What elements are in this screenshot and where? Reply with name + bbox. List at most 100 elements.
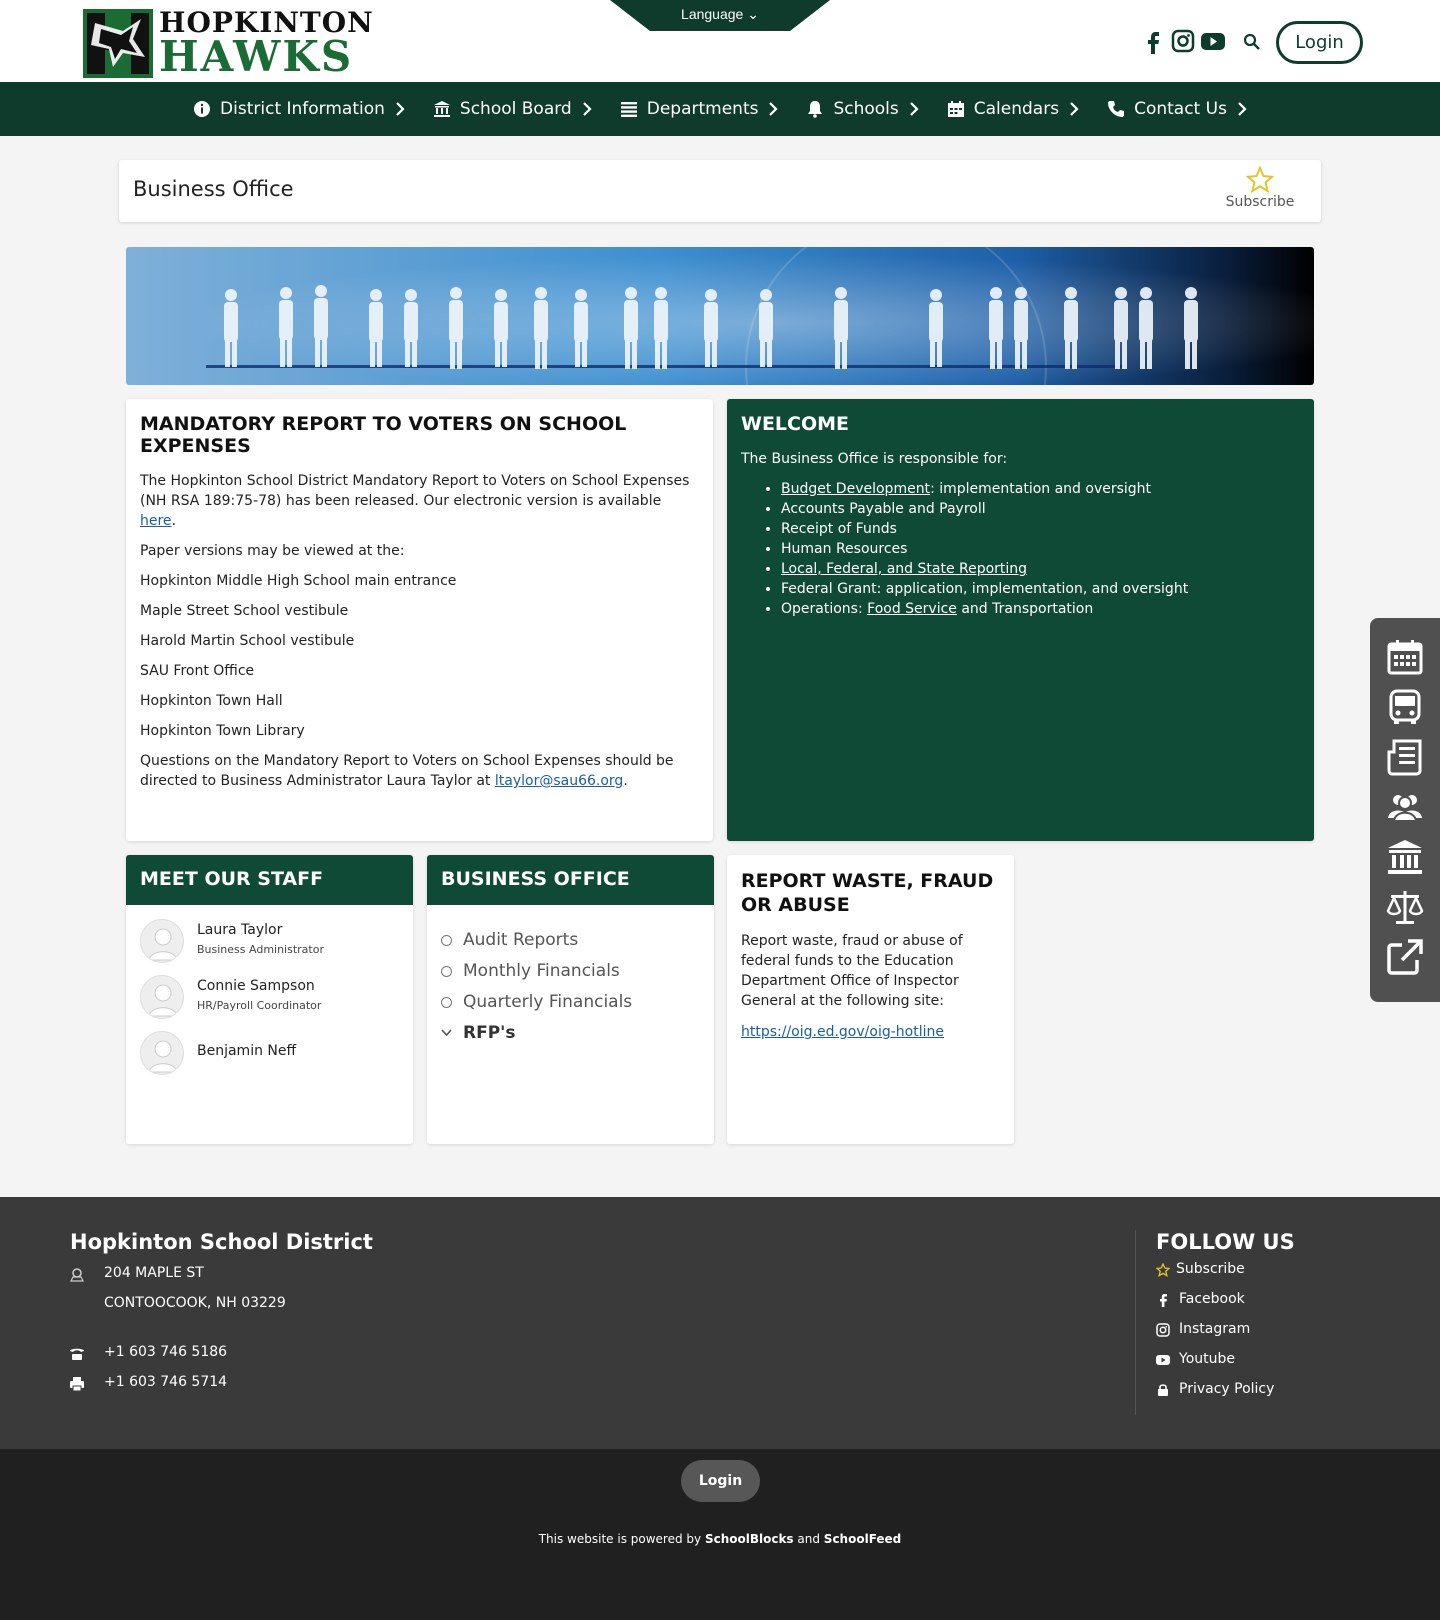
footer-phone[interactable]: +1 603 746 5186 xyxy=(104,1344,227,1360)
bottom-bar: Login This website is powered by SchoolB… xyxy=(0,1449,1440,1620)
monthly-financials-link[interactable]: Monthly Financials xyxy=(441,961,620,981)
nav-label: Departments xyxy=(646,99,759,119)
link-label: Audit Reports xyxy=(463,930,579,950)
login-button[interactable]: Login xyxy=(1276,21,1363,64)
footer-fax: +1 603 746 5714 xyxy=(104,1374,228,1390)
facebook-icon xyxy=(1160,1294,1167,1307)
mandatory-report-card: MANDATORY REPORT TO VOTERS ON SCHOOL EXP… xyxy=(126,399,713,841)
nav-item-departments[interactable]: Departments xyxy=(620,82,779,136)
users-icon[interactable] xyxy=(1386,788,1424,826)
user-avatar-icon xyxy=(148,984,178,1017)
nav-label: School Board xyxy=(459,99,572,119)
calendar-icon[interactable] xyxy=(1386,638,1424,676)
search-icon[interactable] xyxy=(1243,33,1261,51)
oig-hotline-link[interactable]: https://oig.ed.gov/oig-hotline xyxy=(741,1024,944,1040)
lock-icon xyxy=(1158,1384,1168,1396)
reporting-link[interactable]: Local, Federal, and State Reporting xyxy=(781,561,1027,577)
footer-address-line2: CONTOOCOOK, NH 03229 xyxy=(104,1295,286,1311)
follow-us-heading: FOLLOW US xyxy=(1156,1230,1295,1254)
page-title-card: Business Office Subscribe xyxy=(119,160,1321,222)
bank-icon xyxy=(433,101,450,117)
nav-item-school-board[interactable]: School Board xyxy=(433,82,592,136)
language-selector[interactable]: Language ⌄ xyxy=(610,0,830,31)
language-label: Language ⌄ xyxy=(610,6,830,23)
district-logo[interactable]: HOPKINTON HAWKS xyxy=(83,9,375,81)
powered-prefix: This website is powered by xyxy=(538,1532,705,1546)
report-here-link[interactable]: here xyxy=(140,513,172,529)
list-item: Local, Federal, and State Reporting xyxy=(781,559,1300,579)
nav-item-calendars[interactable]: Calendars xyxy=(947,82,1079,136)
footer-district-name: Hopkinton School District xyxy=(70,1230,373,1254)
location-item: Hopkinton Town Hall xyxy=(140,693,283,709)
powered-and: and xyxy=(793,1532,824,1546)
list-item: Federal Grant: application, implementati… xyxy=(781,579,1300,599)
youtube-icon xyxy=(1156,1355,1170,1365)
staff-member[interactable]: Benjamin Neff xyxy=(140,1031,400,1077)
food-service-link[interactable]: Food Service xyxy=(867,601,957,617)
circle-icon xyxy=(441,934,452,946)
avatar xyxy=(140,975,184,1019)
staff-role: Business Administrator xyxy=(197,943,324,956)
business-people-banner xyxy=(126,247,1314,385)
user-avatar-icon xyxy=(148,928,178,961)
powered-by: This website is powered by SchoolBlocks … xyxy=(0,1532,1440,1546)
nav-item-contact-us[interactable]: Contact Us xyxy=(1107,82,1247,136)
chevron-right-icon xyxy=(769,102,779,116)
phone-icon xyxy=(1108,101,1125,117)
external-link-icon[interactable] xyxy=(1386,938,1424,976)
chevron-right-icon xyxy=(909,102,919,116)
nav-item-schools[interactable]: Schools xyxy=(806,82,919,136)
schoolblocks-link[interactable]: SchoolBlocks xyxy=(705,1532,794,1546)
nav-item-district-information[interactable]: District Information xyxy=(193,82,405,136)
page-title: Business Office xyxy=(133,177,294,201)
link-label: RFP's xyxy=(463,1023,516,1043)
circle-icon xyxy=(441,965,452,977)
staff-name: Connie Sampson xyxy=(197,978,315,994)
location-item: SAU Front Office xyxy=(140,663,255,679)
footer-facebook-link[interactable]: Facebook xyxy=(1179,1291,1245,1307)
list-item-text: : implementation and oversight xyxy=(930,481,1152,497)
instagram-icon[interactable] xyxy=(1170,28,1196,54)
avatar xyxy=(140,919,184,963)
link-label: Quarterly Financials xyxy=(463,992,633,1012)
chevron-right-icon xyxy=(1070,102,1079,116)
business-office-card: BUSINESS OFFICE Audit Reports Monthly Fi… xyxy=(427,855,714,1144)
location-item: Maple Street School vestibule xyxy=(140,603,349,619)
staff-member[interactable]: Connie Sampson HR/Payroll Coordinator xyxy=(140,975,400,1021)
bus-icon[interactable] xyxy=(1386,688,1424,726)
rfps-folder[interactable]: RFP's xyxy=(441,1023,516,1043)
responsibility-list: Budget Development: implementation and o… xyxy=(741,479,1300,619)
list-item: Receipt of Funds xyxy=(781,519,1300,539)
quarterly-financials-link[interactable]: Quarterly Financials xyxy=(441,992,632,1012)
schoolfeed-link[interactable]: SchoolFeed xyxy=(824,1532,901,1546)
top-header: HOPKINTON HAWKS Language ⌄ Login xyxy=(0,0,1440,82)
calendar-icon xyxy=(947,101,964,117)
banner-image xyxy=(126,247,1314,385)
subscribe-button[interactable]: Subscribe xyxy=(1225,166,1295,210)
site-footer: Hopkinton School District 204 MAPLE ST C… xyxy=(0,1197,1440,1449)
footer-login-button[interactable]: Login xyxy=(681,1460,760,1502)
audit-reports-link[interactable]: Audit Reports xyxy=(441,930,578,950)
staff-name: Laura Taylor xyxy=(197,922,283,938)
logo-text-bottom: HAWKS xyxy=(159,32,354,81)
report-intro: The Hopkinton School District Mandatory … xyxy=(140,473,690,529)
newspaper-icon[interactable] xyxy=(1386,738,1424,776)
list-item: Budget Development: implementation and o… xyxy=(781,479,1300,499)
facebook-icon[interactable] xyxy=(1140,28,1166,54)
staff-member[interactable]: Laura Taylor Business Administrator xyxy=(140,919,400,965)
footer-instagram-link[interactable]: Instagram xyxy=(1179,1321,1250,1337)
user-avatar-icon xyxy=(148,1040,178,1073)
email-link[interactable]: ltaylor@sau66.org xyxy=(495,773,623,789)
link-label: Monthly Financials xyxy=(463,961,620,981)
welcome-card: WELCOME The Business Office is responsib… xyxy=(727,399,1314,841)
institution-icon[interactable] xyxy=(1386,838,1424,876)
card-heading: BUSINESS OFFICE xyxy=(427,855,714,905)
youtube-icon[interactable] xyxy=(1200,28,1226,54)
hawk-logo-icon xyxy=(83,9,153,78)
footer-youtube-link[interactable]: Youtube xyxy=(1179,1351,1235,1367)
balance-scale-icon[interactable] xyxy=(1386,888,1424,926)
budget-development-link[interactable]: Budget Development xyxy=(781,481,930,497)
map-pin-icon xyxy=(70,1268,84,1282)
footer-subscribe-link[interactable]: Subscribe xyxy=(1176,1261,1245,1277)
footer-privacy-link[interactable]: Privacy Policy xyxy=(1179,1381,1274,1397)
